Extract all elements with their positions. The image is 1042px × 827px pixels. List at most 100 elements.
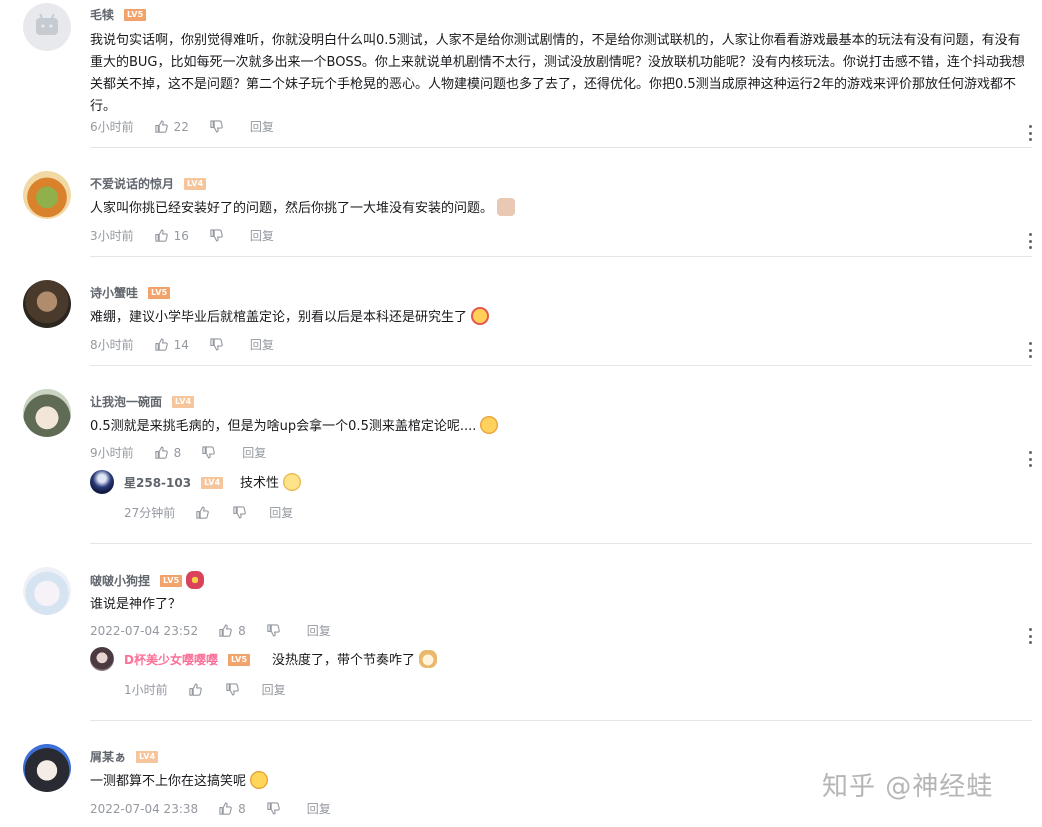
level-badge: LV5 [160,575,183,587]
level-badge: LV5 [227,654,251,666]
reply-button[interactable]: 回复 [242,444,266,461]
comment-meta: 8小时前 14 回复 [90,336,274,353]
thumb-up-icon [218,623,233,638]
comment-meta: 9小时前 8 回复 [90,444,266,461]
level-badge: LV4 [184,178,207,190]
more-options-icon[interactable] [1028,628,1032,644]
dislike-button[interactable] [232,505,247,520]
level-badge: LV4 [172,396,195,408]
comment-time: 3小时前 [90,229,134,243]
comment-time: 2022-07-04 23:52 [90,623,199,638]
like-button[interactable] [195,505,210,520]
comment-text: 谁说是神作了？ [90,597,182,612]
thumb-down-icon [232,505,247,520]
username[interactable]: 啵啵小狗捏 [90,574,150,588]
comment-time: 2022-07-04 23:38 [90,801,199,816]
avatar[interactable] [23,389,71,437]
more-options-icon[interactable] [1028,451,1032,467]
avatar[interactable] [23,567,71,615]
comment-meta: 2022-07-04 23:52 8 回复 [90,622,331,639]
username[interactable]: 不爱说话的惊月 [90,177,174,191]
reply-button[interactable]: 回复 [250,118,274,135]
dislike-button[interactable] [201,445,216,460]
username-block: 让我泡一碗面 LV4 [90,393,195,410]
thumb-up-icon [154,119,169,134]
username-block: 不爱说话的惊月 LV4 [90,175,207,192]
comment-text-row: 难绷，建议小学毕业后就棺盖定论，别看以后是本科还是研究生了 [90,307,1030,329]
thumb-up-icon [154,445,169,460]
divider [90,543,1032,544]
dislike-button[interactable] [225,682,240,697]
level-badge: LV4 [136,751,159,763]
watermark: 知乎 @神经蛙 [822,772,994,802]
like-button[interactable] [188,682,203,697]
face-emoji-icon [497,198,516,216]
comment-meta: 3小时前 16 回复 [90,227,274,244]
comment-text: 我说句实话啊，你别觉得难听，你就没明白什么叫0.5测试，人家不是给你测试剧情的，… [90,33,1025,114]
like-button[interactable]: 8 [154,445,182,460]
thumb-down-icon [266,623,281,638]
like-button[interactable]: 8 [218,623,246,638]
dislike-button[interactable] [209,337,224,352]
reply-avatar[interactable] [90,647,114,671]
thumb-up-icon [218,801,233,816]
dislike-button[interactable] [209,119,224,134]
reply-button[interactable]: 回复 [262,681,286,698]
comment-text: 人家叫你挑已经安装好了的问题，然后你挑了一大堆没有安装的问题。 [90,201,494,216]
reply-username[interactable]: 星258-103 [124,476,191,490]
divider [90,720,1032,721]
avatar[interactable] [23,280,71,328]
avatar[interactable] [23,171,71,219]
divider [90,256,1032,257]
divider [90,365,1032,366]
dislike-button[interactable] [266,801,281,816]
avatar[interactable] [23,744,71,792]
reply-button[interactable]: 回复 [307,622,331,639]
thumb-down-icon [266,801,281,816]
level-badge: LV5 [124,9,147,21]
username-block: 诗小蟹哇 LV5 [90,284,171,301]
reply-username-block: 星258-103 LV4 [124,474,224,491]
thumb-down-icon [209,119,224,134]
reply-avatar[interactable] [90,470,114,494]
more-options-icon[interactable] [1028,342,1032,358]
reply-button[interactable]: 回复 [250,227,274,244]
username-block: 啵啵小狗捏 LV5 [90,571,205,589]
like-button[interactable]: 14 [154,337,189,352]
username[interactable]: 诗小蟹哇 [90,286,138,300]
level-badge: LV5 [148,287,171,299]
reply-text: 没热度了，带个节奏咋了 [272,653,416,668]
username-block: 屑某ぁ LV4 [90,748,159,765]
like-count: 8 [173,445,182,460]
like-button[interactable]: 16 [154,228,189,243]
reply-time: 27分钟前 [124,506,176,520]
username[interactable]: 毛犊 [90,8,114,22]
avatar[interactable] [23,3,71,51]
reply-button[interactable]: 回复 [250,336,274,353]
comment-text-row: 0.5测就是来挑毛病的，但是为啥up会拿一个0.5测来盖棺定论呢.... [90,416,1030,438]
more-options-icon[interactable] [1028,125,1032,141]
reply-button[interactable]: 回复 [307,800,331,817]
reply-time: 1小时前 [124,683,168,697]
like-count: 22 [173,119,189,134]
reply-username[interactable]: D杯美少女嘤嘤嘤 [124,653,218,667]
like-button[interactable]: 8 [218,801,246,816]
dislike-button[interactable] [266,623,281,638]
comment-text-row: 人家叫你挑已经安装好了的问题，然后你挑了一大堆没有安装的问题。 [90,198,1030,220]
comment-time: 9小时前 [90,446,134,460]
dog-emoji-icon [419,650,438,668]
username[interactable]: 屑某ぁ [90,750,126,764]
thumb-up-icon [188,682,203,697]
more-options-icon[interactable] [1028,233,1032,249]
reply-meta: 27分钟前 回复 [124,504,293,521]
username[interactable]: 让我泡一碗面 [90,395,162,409]
thumb-down-icon [201,445,216,460]
like-count: 8 [238,801,246,816]
like-count: 8 [238,623,246,638]
thumb-up-icon [154,337,169,352]
like-button[interactable]: 22 [154,119,189,134]
thumb-down-icon [209,228,224,243]
dislike-button[interactable] [209,228,224,243]
reply-meta: 1小时前 回复 [124,681,286,698]
reply-button[interactable]: 回复 [269,504,293,521]
